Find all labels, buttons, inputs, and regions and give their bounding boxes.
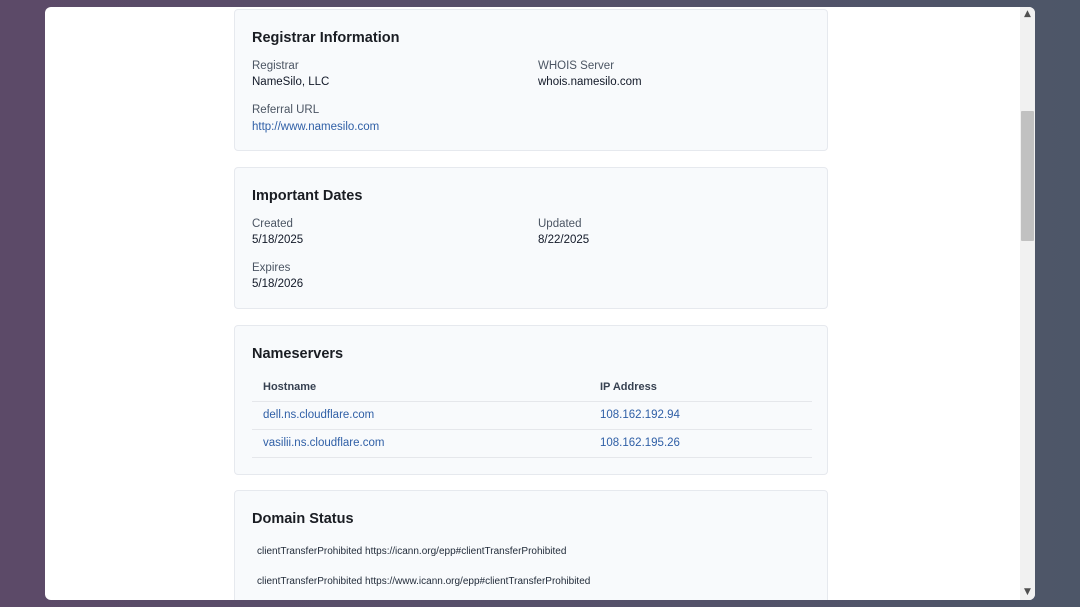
registrar-info-title: Registrar Information	[252, 30, 400, 46]
domain-status-card: Domain Status clientTransferProhibited h…	[234, 490, 828, 600]
hostname-column-header: Hostname	[263, 381, 317, 393]
created-label: Created	[252, 218, 293, 230]
registrar-label: Registrar	[252, 60, 299, 72]
modal-content: Registrar Information Registrar NameSilo…	[45, 7, 1020, 600]
nameserver-ip-link[interactable]: 108.162.195.26	[600, 437, 680, 449]
domain-status-title: Domain Status	[252, 511, 354, 527]
table-divider	[252, 429, 812, 430]
updated-value: 8/22/2025	[538, 234, 590, 246]
important-dates-title: Important Dates	[252, 188, 363, 204]
updated-label: Updated	[538, 218, 582, 230]
referral-url-label: Referral URL	[252, 104, 320, 116]
nameservers-title: Nameservers	[252, 346, 344, 362]
registrar-value: NameSilo, LLC	[252, 76, 330, 88]
ip-address-column-header: IP Address	[600, 381, 657, 393]
table-divider	[252, 457, 812, 458]
registrar-info-card: Registrar Information Registrar NameSilo…	[234, 9, 828, 151]
chevron-up-icon[interactable]: ▲	[1020, 7, 1035, 22]
whois-server-label: WHOIS Server	[538, 60, 615, 72]
chevron-down-icon[interactable]: ▼	[1020, 585, 1035, 600]
expires-value: 5/18/2026	[252, 278, 304, 290]
created-value: 5/18/2025	[252, 234, 304, 246]
important-dates-card: Important Dates Created 5/18/2025 Update…	[234, 167, 828, 309]
nameserver-hostname-link[interactable]: dell.ns.cloudflare.com	[263, 409, 374, 421]
expires-label: Expires	[252, 262, 291, 274]
vertical-scrollbar[interactable]: ▲ ▼	[1020, 7, 1035, 600]
whois-modal: Registrar Information Registrar NameSilo…	[45, 7, 1035, 600]
status-item: clientTransferProhibited https://www.ica…	[257, 576, 591, 587]
whois-server-value: whois.namesilo.com	[538, 76, 642, 88]
nameservers-card: Nameservers Hostname IP Address dell.ns.…	[234, 325, 828, 475]
table-divider	[252, 401, 812, 402]
nameserver-hostname-link[interactable]: vasilii.ns.cloudflare.com	[263, 437, 384, 449]
referral-url-link[interactable]: http://www.namesilo.com	[252, 121, 379, 133]
nameserver-ip-link[interactable]: 108.162.192.94	[600, 409, 680, 421]
status-item: clientTransferProhibited https://icann.o…	[257, 546, 567, 557]
scrollbar-thumb[interactable]	[1021, 111, 1034, 241]
